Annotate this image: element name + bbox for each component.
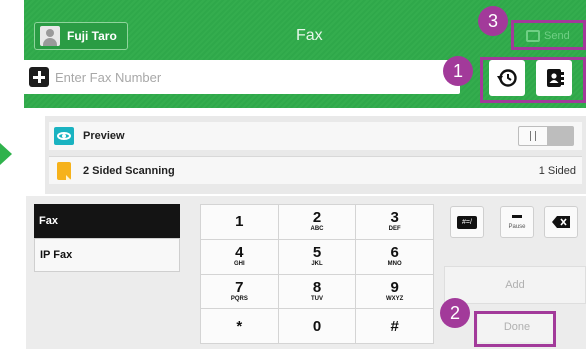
key-letters: WXYZ	[385, 295, 404, 302]
key-star[interactable]: *	[201, 309, 278, 343]
user-button[interactable]: Fuji Taro	[34, 22, 128, 50]
fax-number-field-container	[22, 60, 460, 94]
key-number: 6	[390, 244, 399, 262]
highlight-done-box	[474, 311, 556, 347]
settings-panel: Preview 2 Sided Scanning 1 Sided	[45, 116, 586, 194]
pause-button[interactable]: Pause	[500, 206, 534, 238]
step-badge-3: 3	[478, 6, 508, 36]
key-letters: DEF	[388, 226, 401, 233]
key-number: 0	[312, 317, 322, 335]
key-number: #	[390, 317, 399, 335]
two-sided-scanning-row[interactable]: 2 Sided Scanning 1 Sided	[49, 156, 582, 184]
dial-symbols-button[interactable]: #=/	[450, 206, 484, 238]
add-button[interactable]: Add	[444, 266, 586, 304]
pause-label: Pause	[508, 223, 526, 230]
two-sided-scanning-label: 2 Sided Scanning	[83, 164, 175, 177]
key-number: 7	[235, 278, 244, 296]
key-letters: ABC	[310, 226, 324, 233]
fax-type-fax[interactable]: Fax	[34, 204, 180, 238]
preview-setting-row[interactable]: Preview	[49, 122, 582, 150]
fax-type-label: Fax	[39, 215, 58, 227]
backspace-icon	[552, 216, 570, 228]
key-letters: TUV	[310, 295, 323, 302]
key-number: *	[236, 317, 243, 335]
two-sided-scanning-value: 1 Sided	[538, 164, 576, 177]
preview-label: Preview	[83, 130, 125, 142]
user-avatar-icon	[40, 26, 60, 46]
toggle-off-indicator	[547, 127, 573, 145]
key-3[interactable]: 3 DEF	[356, 205, 433, 239]
key-letters: GHI	[233, 261, 245, 268]
add-recipient-icon[interactable]	[29, 67, 49, 87]
key-8[interactable]: 8 TUV	[278, 274, 356, 309]
page-title: Fax	[296, 27, 323, 44]
key-5[interactable]: 5 JKL	[278, 239, 356, 274]
highlight-address-buttons-box	[480, 57, 586, 103]
key-number: 4	[235, 244, 244, 262]
key-number: 5	[312, 244, 322, 262]
key-letters: PQRS	[230, 295, 248, 302]
key-hash[interactable]: #	[356, 309, 433, 343]
scroll-indicator-arrow-icon	[0, 143, 12, 165]
highlight-send-box	[511, 20, 586, 50]
fax-number-input[interactable]	[55, 69, 435, 85]
dial-symbols-icon: #=/	[457, 215, 477, 229]
key-letters: JKL	[311, 261, 323, 268]
key-number: 2	[312, 209, 322, 227]
key-7[interactable]: 7 PQRS	[201, 274, 278, 309]
fax-type-ip-fax[interactable]: IP Fax	[34, 238, 180, 272]
key-number: 9	[390, 278, 399, 296]
two-sided-scanning-icon	[57, 161, 71, 180]
key-number: 3	[390, 209, 399, 227]
preview-eye-icon	[54, 127, 74, 145]
key-9[interactable]: 9 WXYZ	[356, 274, 433, 309]
key-number: 1	[235, 213, 244, 231]
pause-dash-icon	[512, 214, 522, 218]
key-1[interactable]: 1	[201, 205, 278, 239]
key-letters: MNO	[387, 261, 402, 268]
step-badge-2: 2	[440, 298, 470, 328]
key-4[interactable]: 4 GHI	[201, 239, 278, 274]
add-label: Add	[505, 279, 525, 291]
key-number: 8	[312, 278, 322, 296]
key-2[interactable]: 2 ABC	[278, 205, 356, 239]
preview-toggle[interactable]	[518, 126, 574, 146]
toggle-grip-icon	[530, 131, 536, 141]
key-6[interactable]: 6 MNO	[356, 239, 433, 274]
fax-type-label: IP Fax	[40, 249, 73, 261]
step-badge-1: 1	[443, 56, 473, 86]
user-name: Fuji Taro	[67, 29, 117, 43]
backspace-button[interactable]	[544, 206, 578, 238]
key-0[interactable]: 0	[278, 309, 356, 343]
numeric-keypad: 1 2 ABC 3 DEF 4 GHI 5 JKL 6 MNO 7 PQRS 8 TUV 9W…	[200, 204, 434, 344]
